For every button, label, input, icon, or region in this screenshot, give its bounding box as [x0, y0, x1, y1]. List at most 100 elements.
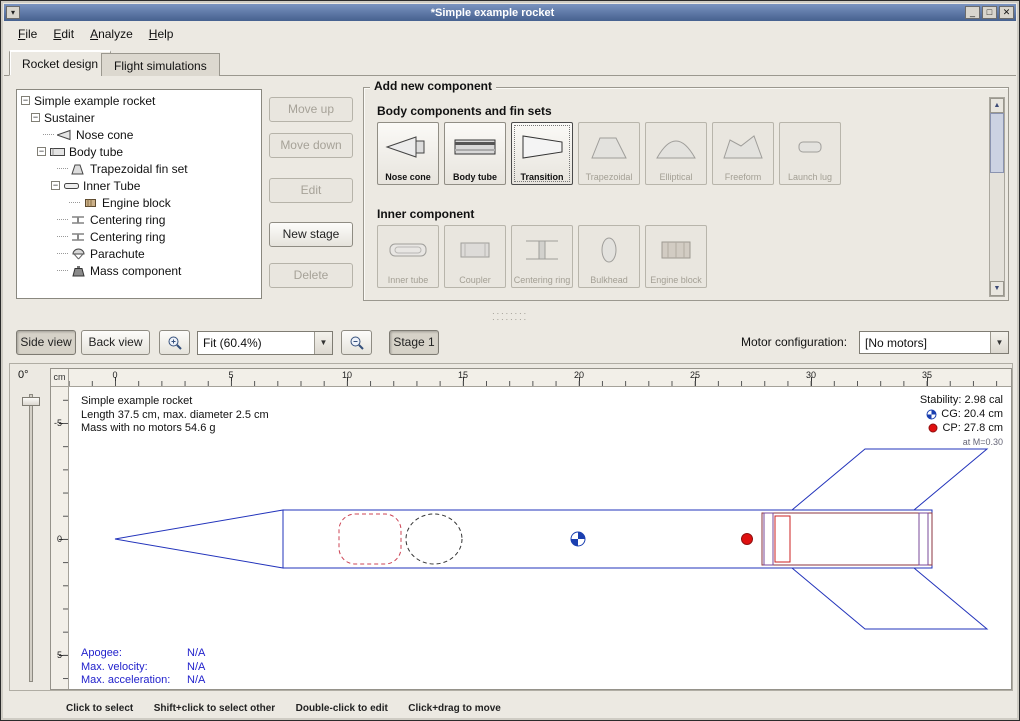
maximize-button[interactable]: □ — [982, 6, 997, 19]
component-button-label: Transition — [519, 172, 564, 182]
tree-item-engine-block[interactable]: Engine block — [17, 194, 261, 211]
hint-click-select: Click to select — [66, 703, 133, 714]
inner-tube-outline — [762, 513, 932, 565]
coupler-icon — [451, 226, 499, 275]
ruler-tick-label: 15 — [458, 370, 468, 380]
component-button-label: Engine block — [649, 275, 703, 285]
tree-connector — [69, 202, 80, 203]
tree-item-label: Nose cone — [76, 128, 133, 142]
chevron-down-icon[interactable]: ▼ — [990, 332, 1008, 353]
window-menu-icon[interactable]: ▾ — [6, 6, 20, 19]
tab-rocket-design[interactable]: Rocket design — [9, 50, 111, 76]
max-acceleration-label: Max. acceleration: — [81, 674, 187, 688]
collapse-icon[interactable]: − — [37, 147, 46, 156]
zoom-in-button[interactable] — [159, 330, 190, 355]
ruler-tick-label: 20 — [574, 370, 584, 380]
lower-fin — [792, 568, 987, 629]
menu-file[interactable]: File — [10, 24, 45, 44]
inner-component-row: Inner tube Coupler Centering ring Bulkhe… — [377, 225, 707, 288]
collapse-icon[interactable]: − — [31, 113, 40, 122]
stability-value: Stability: 2.98 cal — [920, 393, 1003, 407]
openrocket-window: ▾ *Simple example rocket _ □ ✕ File Edit… — [0, 0, 1020, 721]
stability-info: Stability: 2.98 cal CG: 20.4 cm CP: 27.8… — [920, 393, 1003, 449]
nose-cone-outline — [115, 510, 283, 568]
new-stage-button[interactable]: New stage — [269, 222, 353, 247]
tree-connector — [57, 253, 68, 254]
close-button[interactable]: ✕ — [999, 6, 1014, 19]
tab-flight-simulations[interactable]: Flight simulations — [101, 53, 220, 76]
scroll-down-icon[interactable]: ▼ — [990, 281, 1004, 296]
tree-item-centering-ring-1[interactable]: Centering ring — [17, 211, 261, 228]
titlebar[interactable]: ▾ *Simple example rocket _ □ ✕ — [4, 4, 1016, 21]
component-button-label: Bulkhead — [589, 275, 629, 285]
max-velocity-label: Max. velocity: — [81, 661, 187, 675]
tree-item-rocket[interactable]: − Simple example rocket — [17, 92, 261, 109]
vertical-ruler: -5 0 5 — [51, 387, 69, 689]
bulkhead-icon — [585, 226, 633, 275]
parachute-icon — [71, 248, 86, 260]
component-button-label: Nose cone — [384, 172, 432, 182]
rocket-canvas[interactable]: Simple example rocket Length 37.5 cm, ma… — [69, 387, 1011, 689]
rotation-value: 0° — [18, 369, 29, 381]
tree-item-parachute[interactable]: Parachute — [17, 245, 261, 262]
tree-item-mass-component[interactable]: Mass component — [17, 262, 261, 279]
add-transition-button[interactable]: Transition — [511, 122, 573, 185]
add-body-tube-button[interactable]: Body tube — [444, 122, 506, 185]
edit-button: Edit — [269, 178, 353, 203]
centering-ring-outline — [764, 513, 773, 565]
tree-item-label: Simple example rocket — [34, 94, 155, 108]
scrollbar-thumb[interactable] — [990, 113, 1004, 173]
fin-set-icon — [71, 163, 86, 175]
component-button-label: Elliptical — [658, 172, 693, 182]
rocket-view-area: cm 0 5 10 15 20 25 30 35 -5 0 5 — [50, 368, 1012, 690]
tree-item-inner-tube[interactable]: − Inner Tube — [17, 177, 261, 194]
add-inner-tube-button: Inner tube — [377, 225, 439, 288]
tree-item-sustainer[interactable]: − Sustainer — [17, 109, 261, 126]
add-coupler-button: Coupler — [444, 225, 506, 288]
back-view-button[interactable]: Back view — [81, 330, 150, 355]
minimize-button[interactable]: _ — [965, 6, 980, 19]
side-view-button[interactable]: Side view — [16, 330, 76, 355]
centering-ring-outline — [919, 513, 928, 565]
zoom-select[interactable]: Fit (60.4%) ▼ — [197, 331, 333, 355]
menu-help[interactable]: Help — [141, 24, 182, 44]
body-tube-outline — [283, 510, 932, 568]
collapse-icon[interactable]: − — [21, 96, 30, 105]
splitter-grip-icon[interactable]: ∙∙∙∙∙∙∙∙∙∙∙∙∙∙∙∙ — [492, 310, 528, 322]
hint-shift-click: Shift+click to select other — [154, 703, 275, 714]
tree-item-nose-cone[interactable]: Nose cone — [17, 126, 261, 143]
tree-connector — [57, 270, 68, 271]
tree-item-label: Centering ring — [90, 230, 165, 244]
max-velocity-value: N/A — [187, 661, 205, 673]
menu-analyze[interactable]: Analyze — [82, 24, 141, 44]
rotation-slider[interactable] — [29, 394, 33, 682]
apogee-label: Apogee: — [81, 647, 187, 661]
add-nose-cone-button[interactable]: Nose cone — [377, 122, 439, 185]
inner-tube-icon — [64, 180, 79, 192]
stage-1-toggle[interactable]: Stage 1 — [389, 330, 439, 355]
body-component-row: Nose cone Body tube Transition Trapezoid… — [377, 122, 841, 185]
zoom-out-button[interactable] — [341, 330, 372, 355]
flight-data: Apogee:N/A Max. velocity:N/A Max. accele… — [81, 647, 205, 688]
tree-item-body-tube[interactable]: − Body tube — [17, 143, 261, 160]
ruler-tick-label: 35 — [922, 370, 932, 380]
tree-item-label: Engine block — [102, 196, 171, 210]
tree-item-fin-set[interactable]: Trapezoidal fin set — [17, 160, 261, 177]
upper-fin — [792, 449, 987, 510]
tree-item-label: Body tube — [69, 145, 123, 159]
rotation-slider-handle[interactable] — [22, 397, 40, 406]
tree-item-centering-ring-2[interactable]: Centering ring — [17, 228, 261, 245]
chevron-down-icon[interactable]: ▼ — [314, 332, 332, 354]
collapse-icon[interactable]: − — [51, 181, 60, 190]
rocket-name: Simple example rocket — [81, 395, 269, 409]
add-trapezoidal-fin-button: Trapezoidal — [578, 122, 640, 185]
split-divider[interactable]: ∙∙∙∙∙∙∙∙∙∙∙∙∙∙∙∙ — [4, 307, 1016, 325]
menu-edit[interactable]: Edit — [45, 24, 82, 44]
component-scrollbar[interactable]: ▲ ▼ — [989, 97, 1005, 297]
apogee-value: N/A — [187, 647, 205, 659]
ruler-tick-label: 5 — [228, 370, 233, 380]
mass-component-outline — [406, 514, 462, 564]
motor-configuration-select[interactable]: [No motors] ▼ — [859, 331, 1009, 354]
scroll-up-icon[interactable]: ▲ — [990, 98, 1004, 113]
trapezoidal-fin-icon — [585, 123, 633, 172]
